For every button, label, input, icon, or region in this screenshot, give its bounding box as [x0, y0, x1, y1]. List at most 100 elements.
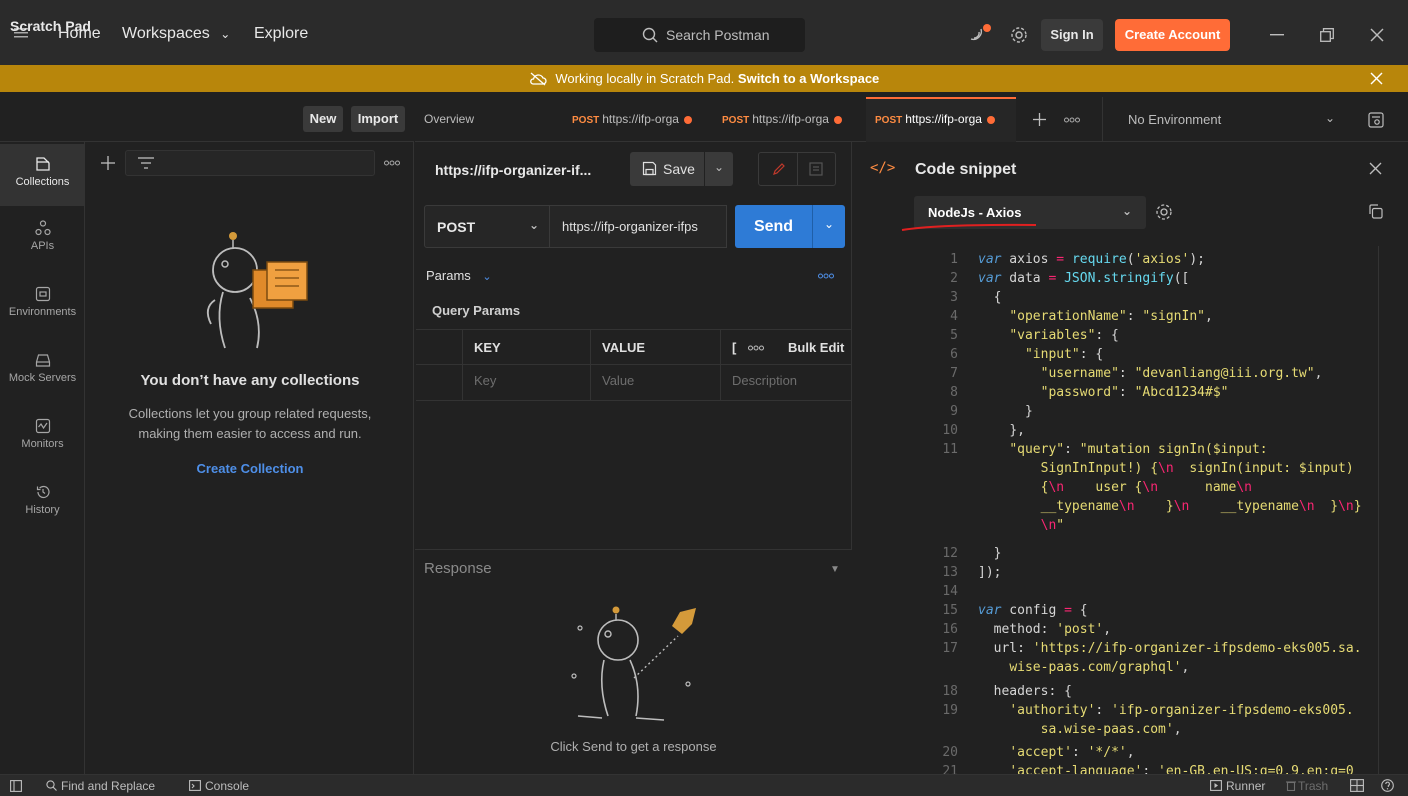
code-text: wise-paas.com/graphql',	[1009, 660, 1190, 675]
find-replace-button[interactable]: Find and Replace	[46, 779, 155, 793]
send-button[interactable]: Send	[735, 205, 812, 248]
satellite-icon[interactable]	[968, 24, 992, 44]
layout-icon[interactable]	[1350, 779, 1364, 792]
tab-request-3-active[interactable]: POST https://ifp-orga	[866, 97, 1016, 142]
line-number: 5	[950, 328, 958, 343]
apis-icon	[34, 220, 51, 236]
request-name[interactable]: https://ifp-organizer-if...	[435, 162, 591, 178]
banner-close-icon[interactable]	[1370, 72, 1383, 85]
chevron-down-icon: ⌄	[220, 27, 231, 41]
description-input[interactable]: Description	[732, 373, 797, 388]
code-text: },	[978, 423, 1025, 438]
code-text: sa.wise-paas.com',	[1040, 722, 1182, 737]
search-box[interactable]: Search Postman	[594, 18, 805, 52]
params-more-icon[interactable]	[818, 273, 834, 279]
tab-params[interactable]: Params ⌄	[426, 268, 492, 283]
empty-collections-title: You don’t have any collections	[140, 372, 360, 389]
sidebar-item-history[interactable]: History	[0, 472, 85, 534]
close-window-icon[interactable]	[1370, 28, 1384, 42]
edit-buttons-group	[758, 152, 836, 186]
trash-label: Trash	[1298, 779, 1329, 793]
tab-method: POST	[875, 115, 903, 126]
nav-workspaces-label: Workspaces	[122, 25, 210, 42]
search-placeholder: Search Postman	[666, 27, 770, 43]
sidebar-item-apis[interactable]: APIs	[0, 208, 85, 270]
code-text: "input": {	[1024, 347, 1104, 362]
code-editor[interactable]: 1 var axios = require('axios'); 2 var data…	[930, 246, 1378, 774]
tab-request-2[interactable]: POST https://ifp-orga	[722, 97, 860, 142]
sidebar-item-mock-servers[interactable]: Mock Servers	[0, 340, 85, 402]
line-number: 13	[942, 565, 958, 580]
send-options-button[interactable]: ⌄	[812, 205, 845, 248]
sidebar-item-environments[interactable]: Environments	[0, 274, 85, 336]
nav-workspaces[interactable]: Workspaces ⌄	[122, 21, 230, 47]
bulk-edit-button[interactable]: Bulk Edit	[788, 340, 844, 355]
create-collection-link[interactable]: Create Collection	[86, 461, 414, 476]
runner-button[interactable]: Runner	[1210, 779, 1265, 793]
environment-select[interactable]: No Environment ⌄	[1102, 97, 1342, 142]
code-text: "query": "mutation signIn($input:	[1009, 442, 1268, 457]
line-number: 1	[950, 252, 958, 267]
save-options-button[interactable]: ⌄	[705, 152, 733, 186]
code-text: 'authority': 'ifp-organizer-ifpsdemo-eks…	[1009, 703, 1354, 718]
scratchpad-title: Scratch Pad	[10, 18, 91, 34]
create-account-button[interactable]: Create Account	[1115, 19, 1230, 51]
sidebar-item-label: Monitors	[21, 438, 64, 450]
language-label: NodeJs - Axios	[928, 205, 1022, 220]
divider	[462, 329, 463, 401]
unsaved-dot-icon	[986, 115, 995, 124]
unsaved-dot-icon	[833, 115, 842, 124]
console-button[interactable]: Console	[189, 779, 249, 793]
sign-in-button[interactable]: Sign In	[1041, 19, 1103, 51]
value-input[interactable]: Value	[602, 373, 634, 388]
sidebar-item-collections[interactable]: Collections	[0, 144, 85, 206]
close-snippet-icon[interactable]	[1369, 162, 1382, 175]
code-scrollbar-track[interactable]	[1378, 246, 1379, 774]
column-header-value: VALUE	[602, 340, 646, 355]
line-number: 17	[942, 641, 958, 656]
filter-input[interactable]	[125, 150, 375, 176]
banner-text: Working locally in Scratch Pad. Switch t…	[0, 71, 1408, 86]
trash-button[interactable]: Trash	[1286, 779, 1328, 793]
red-underline-annotation	[900, 222, 1040, 234]
pencil-icon[interactable]	[772, 162, 786, 176]
add-icon[interactable]	[101, 156, 115, 170]
tab-overview[interactable]: Overview	[424, 97, 544, 142]
help-icon[interactable]	[1381, 779, 1394, 792]
sidebar-item-monitors[interactable]: Monitors	[0, 406, 85, 468]
method-select[interactable]: POST ⌄	[424, 205, 550, 248]
minimize-icon[interactable]	[1270, 34, 1284, 36]
code-icon[interactable]: </>	[870, 160, 895, 176]
toggle-sidebar-icon[interactable]	[10, 780, 22, 792]
restore-icon[interactable]	[1320, 28, 1334, 42]
code-text: var config = {	[978, 603, 1088, 618]
snippet-settings-icon[interactable]	[1155, 203, 1173, 221]
environment-quick-look-icon[interactable]	[1368, 112, 1384, 128]
switch-workspace-link[interactable]: Switch to a Workspace	[738, 71, 879, 86]
import-button[interactable]: Import	[351, 106, 405, 132]
code-text: "username": "devanliang@iii.org.tw",	[1040, 366, 1323, 381]
save-label: Save	[663, 161, 695, 177]
code-text: "password": "Abcd1234#$"	[1040, 385, 1229, 400]
tab-more-icon[interactable]	[1064, 117, 1080, 123]
nav-explore[interactable]: Explore	[254, 21, 308, 47]
column-more-icon[interactable]	[748, 345, 764, 351]
more-options-icon[interactable]	[384, 160, 400, 166]
settings-icon[interactable]	[1010, 26, 1028, 44]
line-number: 8	[950, 385, 958, 400]
caret-down-icon[interactable]: ▼	[830, 564, 840, 575]
copy-icon[interactable]	[1368, 204, 1383, 219]
query-params-title: Query Params	[432, 303, 521, 318]
documentation-icon[interactable]	[809, 162, 823, 176]
tab-request-1[interactable]: POST https://ifp-orga	[572, 97, 710, 142]
save-button[interactable]: Save	[630, 152, 704, 186]
sidebar-item-label: Mock Servers	[8, 372, 77, 384]
tab-url: https://ifp-orga	[752, 112, 829, 126]
new-tab-icon[interactable]	[1033, 113, 1046, 126]
key-input[interactable]: Key	[474, 373, 496, 388]
line-number: 9	[950, 404, 958, 419]
new-button[interactable]: New	[303, 106, 343, 132]
url-input[interactable]: https://ifp-organizer-ifps	[549, 205, 727, 248]
search-icon	[642, 27, 658, 43]
code-text: }	[978, 546, 1002, 561]
